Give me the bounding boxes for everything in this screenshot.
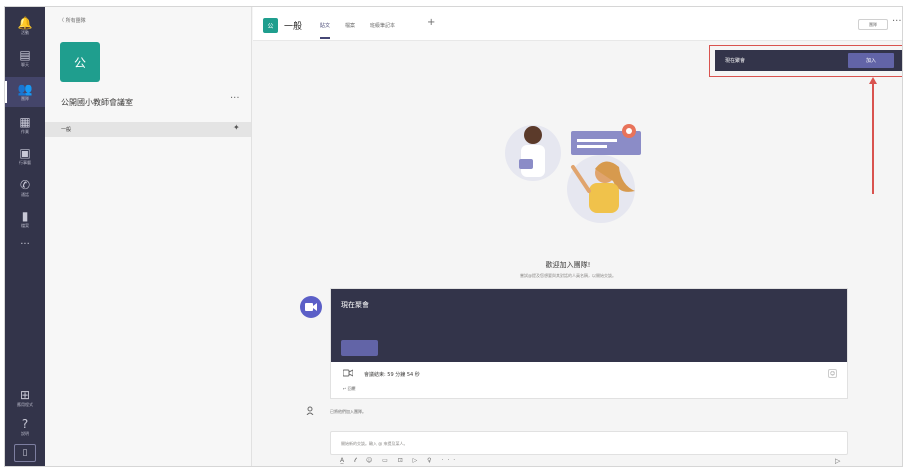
- rail-item-label: 行事曆: [19, 159, 31, 165]
- channel-item-general[interactable]: 一般 ✦: [45, 122, 251, 137]
- rail-item-label: 聊天: [21, 61, 29, 67]
- rail-item-label: 說明: [21, 430, 29, 436]
- app-rail: 🔔 活動 ▤ 聊天 👥 團隊 ▦ 作業 ▣ 行事曆 ✆ 通話 ▮ 檔案 ···: [5, 7, 45, 466]
- rail-item-assignments[interactable]: ▦ 作業: [5, 110, 45, 140]
- meeting-ended-text: 會議結束: 59 分鐘 54 秒: [364, 372, 420, 378]
- compose-box[interactable]: 開始新的交談。輸入 @ 來提及某人。: [330, 431, 848, 455]
- add-member-icon: [306, 406, 315, 417]
- rail-item-apps[interactable]: ⊞ 應用程式: [5, 383, 45, 413]
- channel-label: 一般: [61, 127, 72, 133]
- rail-item-calendar[interactable]: ▣ 行事曆: [5, 141, 45, 171]
- calendar-icon: ▣: [19, 145, 31, 160]
- rail-item-calls[interactable]: ✆ 通話: [5, 173, 45, 203]
- annotation-arrow-head: [868, 77, 877, 84]
- meeting-banner: 現在聚會 加入: [715, 50, 902, 71]
- team-button[interactable]: 團隊: [858, 19, 888, 30]
- welcome-illustration: [505, 124, 641, 223]
- rail-item-teams[interactable]: 👥 團隊: [5, 77, 45, 107]
- teams-icon: 👥: [17, 81, 33, 96]
- chat-icon: ▤: [19, 47, 31, 62]
- tab-posts[interactable]: 貼文: [320, 22, 331, 39]
- meeting-card-title: 現在聚會: [341, 301, 369, 309]
- add-tab-icon[interactable]: +: [427, 17, 435, 28]
- more-apps-icon[interactable]: ···: [5, 239, 45, 250]
- reaction-icon[interactable]: ☺: [828, 369, 837, 378]
- pin-icon[interactable]: ✦: [233, 123, 240, 132]
- rail-item-label: 團隊: [21, 95, 29, 101]
- files-icon: ▮: [21, 208, 29, 223]
- team-avatar: 公: [60, 42, 100, 82]
- system-message: 已將他們加入團隊。: [330, 409, 366, 414]
- channel-more-icon[interactable]: ···: [892, 16, 902, 27]
- join-button[interactable]: 加入: [848, 53, 894, 68]
- rail-item-label: 應用程式: [17, 401, 33, 407]
- team-more-icon[interactable]: ···: [230, 93, 240, 104]
- meeting-card-header: 現在聚會: [331, 289, 847, 362]
- rail-item-label: 作業: [21, 128, 29, 134]
- welcome-subtitle: 嘗試@提及您想要與其對話的人員名稱，以開始交談。: [520, 273, 616, 278]
- meeting-card-action-button[interactable]: [341, 340, 378, 356]
- rail-item-label: 通話: [21, 191, 29, 197]
- video-camera-icon: [305, 303, 317, 311]
- meeting-icon: [300, 296, 322, 318]
- reply-link[interactable]: ↩ 回覆: [343, 386, 356, 392]
- meeting-card: 現在聚會 會議結束: 59 分鐘 54 秒 ↩ 回覆 ☺: [330, 288, 848, 399]
- compose-placeholder: 開始新的交談。輸入 @ 來提及某人。: [341, 441, 408, 446]
- annotation-arrow: [872, 83, 874, 194]
- device-button[interactable]: ▯: [14, 444, 36, 462]
- team-panel: 〈 所有團隊 公 公開國小教師會議室 ··· 一般 ✦: [45, 7, 252, 466]
- channel-title: 一般: [284, 22, 303, 32]
- send-icon[interactable]: ▷: [835, 457, 840, 465]
- calls-icon: ✆: [19, 177, 31, 192]
- meeting-banner-label: 現在聚會: [725, 58, 746, 64]
- teams-window: 🔔 活動 ▤ 聊天 👥 團隊 ▦ 作業 ▣ 行事曆 ✆ 通話 ▮ 檔案 ···: [4, 6, 903, 467]
- rail-item-label: 活動: [21, 29, 29, 35]
- assignments-icon: ▦: [19, 114, 31, 129]
- apps-icon: ⊞: [19, 387, 31, 402]
- tab-files[interactable]: 檔案: [345, 22, 355, 39]
- meeting-ended-icon: [342, 369, 354, 379]
- channel-avatar: 公: [263, 18, 278, 33]
- rail-item-help[interactable]: ? 說明: [5, 412, 45, 442]
- tab-class-notebook[interactable]: 班級筆記本: [370, 22, 395, 39]
- rail-item-chat[interactable]: ▤ 聊天: [5, 43, 45, 73]
- all-teams-link[interactable]: 〈 所有團隊: [59, 17, 86, 24]
- welcome-title: 歡迎加入團隊!: [545, 261, 591, 269]
- channel-header: 公 一般 貼文 檔案 班級筆記本 + 團隊 ···: [253, 7, 902, 41]
- help-icon: ?: [21, 416, 29, 431]
- team-name: 公開國小教師會議室: [61, 98, 133, 107]
- compose-toolbar[interactable]: A̲ 𝓉 ☺ ▭ ⊡ ▷ ♀ ···: [340, 457, 459, 465]
- rail-item-activity[interactable]: 🔔 活動: [5, 11, 45, 41]
- rail-item-label: 檔案: [21, 222, 29, 228]
- phone-icon: ▯: [22, 448, 28, 458]
- bell-icon: 🔔: [17, 15, 33, 30]
- rail-item-files[interactable]: ▮ 檔案: [5, 204, 45, 234]
